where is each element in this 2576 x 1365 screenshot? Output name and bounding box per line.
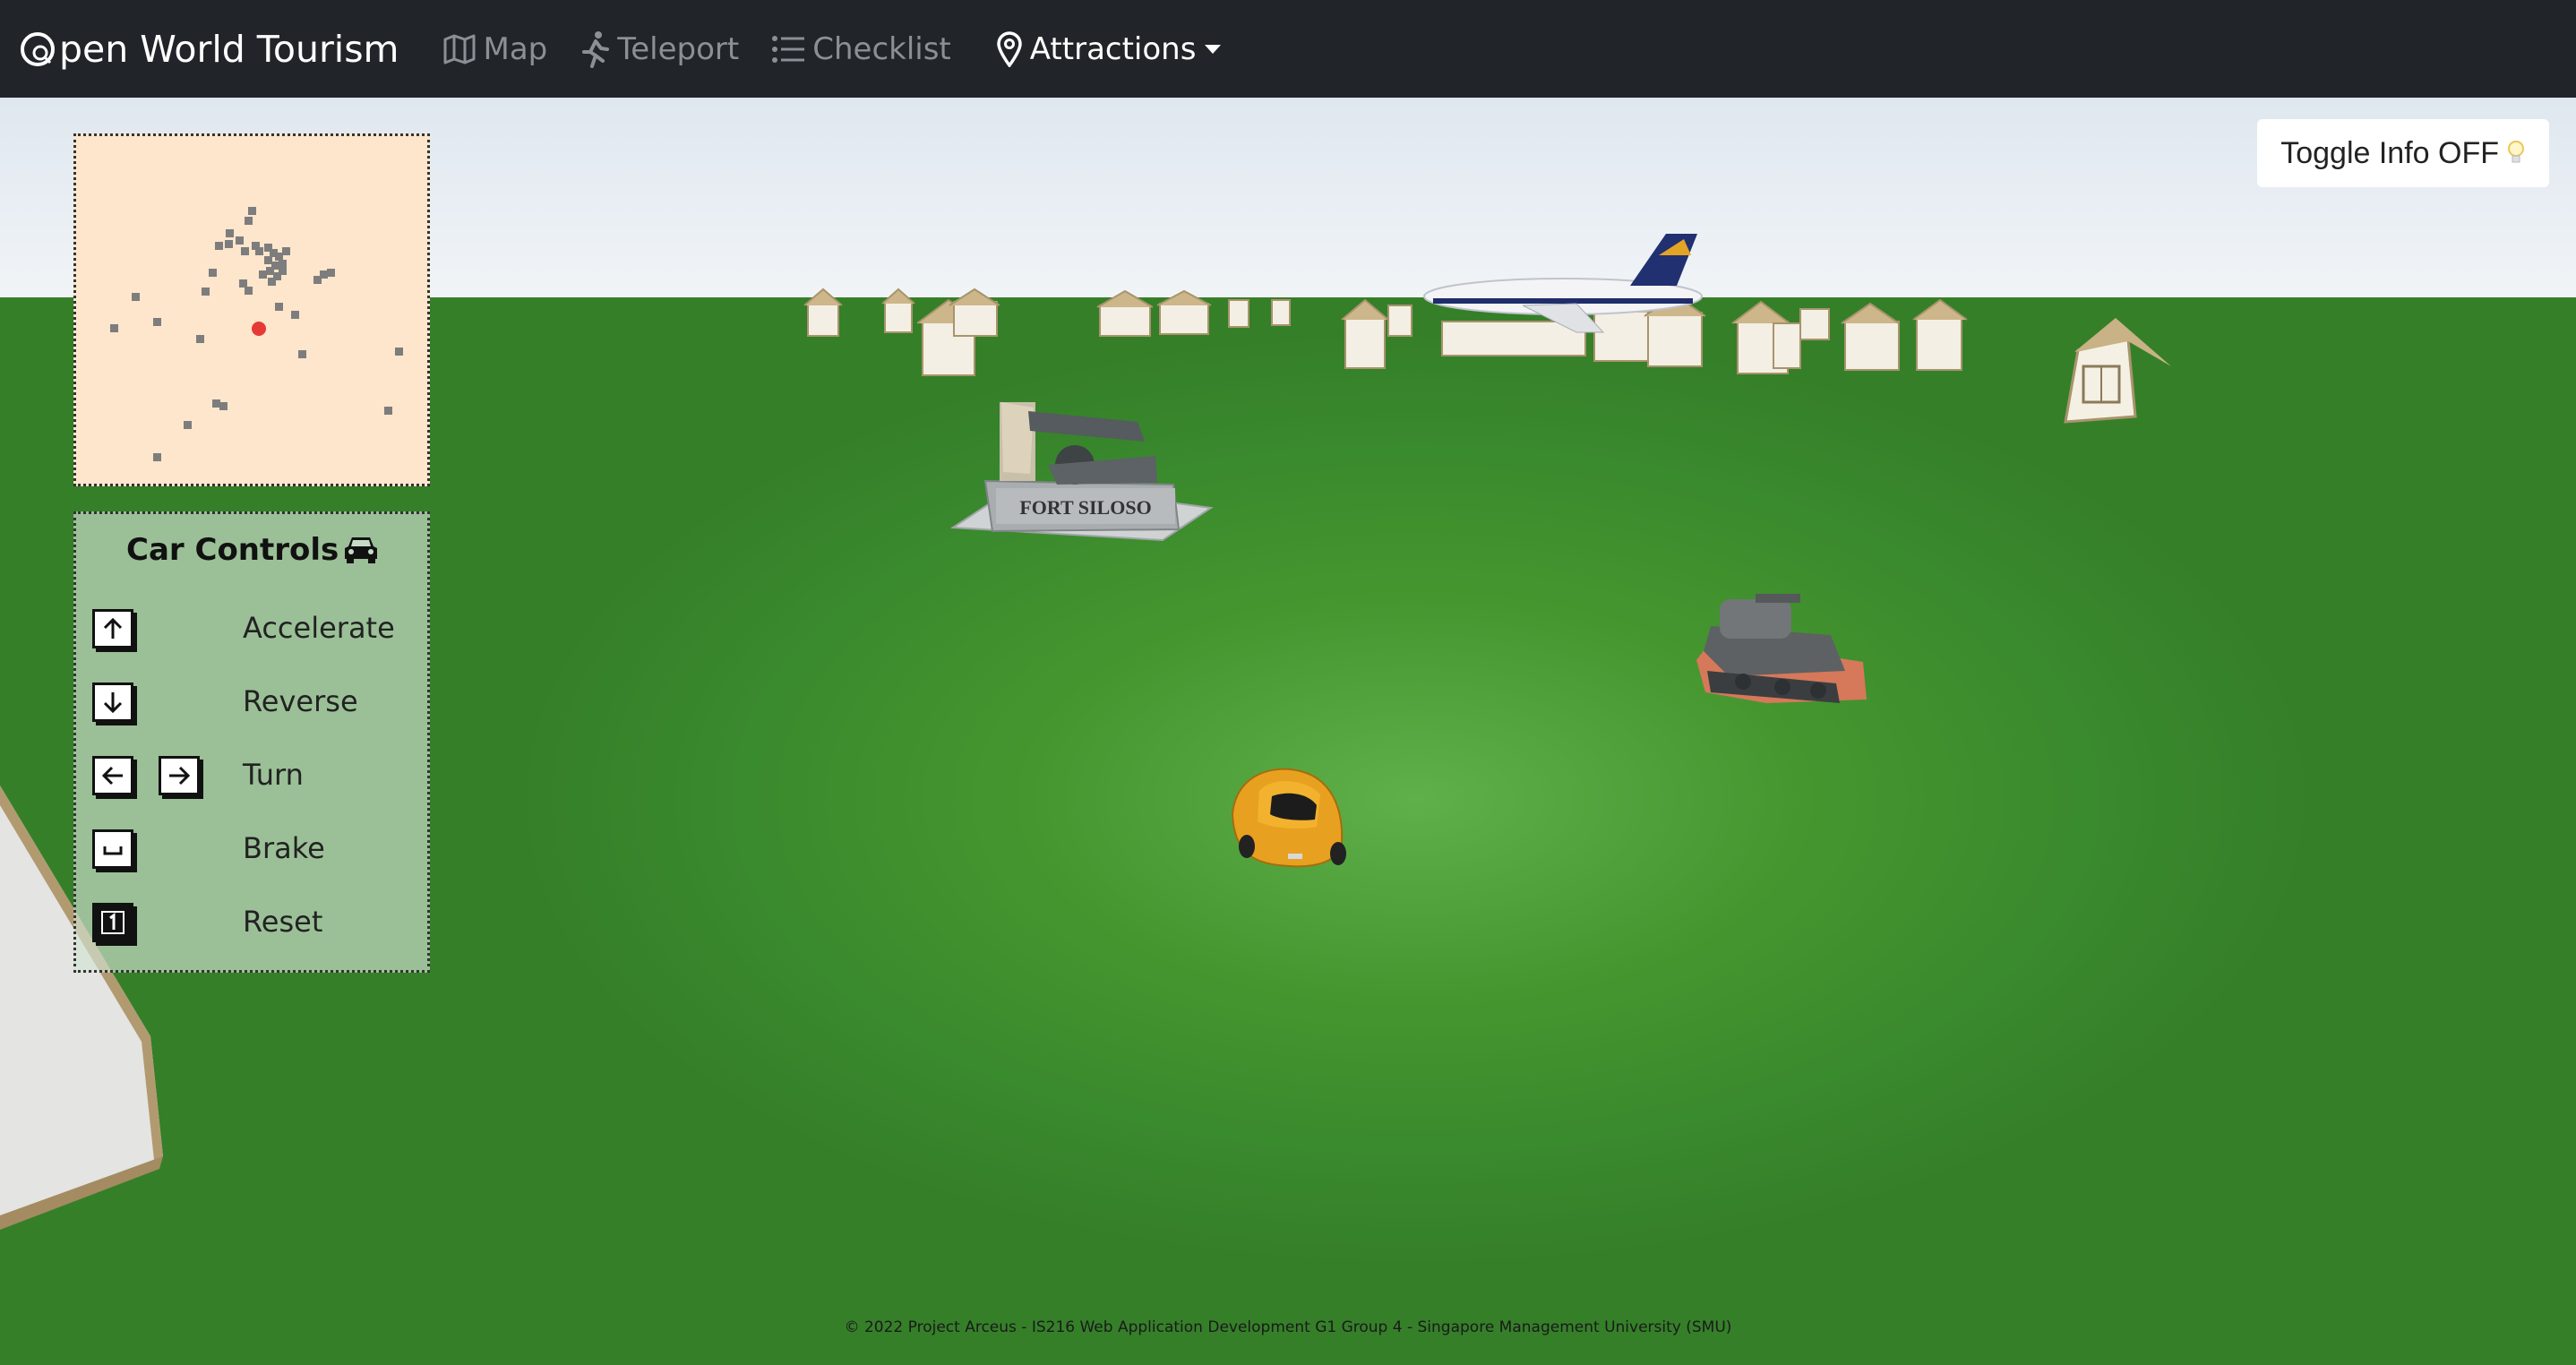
reverse-label: Reverse [243,684,358,718]
house-model [1912,298,1968,371]
distant-houses [803,288,1968,376]
list-icon [772,35,805,63]
house-model [1096,289,1154,337]
house-model [949,288,1000,337]
footer-copyright: © 2022 Project Arceus - IS216 Web Applic… [844,1318,1732,1336]
house-model [1441,321,1586,356]
house-model [1799,308,1830,340]
game-viewport[interactable]: FORT SILOSO Toggle Info OFF Car Controls… [0,98,2576,1365]
car-icon [345,537,377,563]
nav-checklist-label: Checklist [812,30,951,67]
nav-teleport[interactable]: Teleport [580,30,739,68]
nav-map[interactable]: Map [442,30,548,67]
house-model [1773,322,1801,369]
space-key-icon [92,829,133,869]
turn-label: Turn [243,758,304,792]
nav-teleport-label: Teleport [617,30,740,67]
toggle-info-label: Toggle Info OFF [2280,135,2499,170]
arrow-down-key-icon [92,682,133,722]
fort-siloso-landmark [949,402,1214,542]
tank-model [1696,594,1867,703]
minimap-markers [110,207,403,461]
one-key-icon [92,903,133,942]
car-controls-panel: Car Controls Accelerate Reverse Turn Bra… [73,511,430,973]
arrow-right-key-icon [159,756,200,795]
house-model [881,288,915,333]
nav-map-label: Map [483,30,548,67]
chevron-down-icon [1205,44,1222,54]
map-pin-icon [997,30,1022,67]
nav-checklist[interactable]: Checklist [771,31,951,67]
arrow-up-key-icon [92,609,133,648]
nav-attractions-dropdown[interactable]: Attractions [996,31,1222,67]
brand-link[interactable]: pen World Tourism [20,28,399,71]
house-model [1271,299,1291,326]
brake-label: Brake [243,831,325,865]
accelerate-label: Accelerate [243,611,395,645]
player-position-marker [252,322,266,336]
car-controls-title: Car Controls [126,532,339,568]
top-navbar: pen World Tourism Map Teleport Checklist… [0,0,2576,98]
house-model [1841,302,1900,371]
landmark-sign-text: FORT SILOSO [1019,496,1151,519]
house-model [1341,298,1389,369]
house-model [803,288,843,337]
toggle-info-button[interactable]: Toggle Info OFF [2257,119,2549,187]
person-running-icon [582,30,610,68]
house-model-near [2064,318,2171,424]
reset-label: Reset [243,905,323,939]
nav-attractions-label: Attractions [1029,30,1197,67]
house-model [1387,305,1413,337]
map-icon [443,34,475,64]
brand-title: pen World Tourism [59,27,399,71]
globe-search-icon [21,31,55,66]
house-model [1156,289,1212,335]
lightbulb-icon [2508,141,2524,163]
arrow-left-key-icon [92,756,133,795]
minimap [73,133,430,486]
player-car [1231,768,1346,868]
house-model [1228,299,1249,328]
